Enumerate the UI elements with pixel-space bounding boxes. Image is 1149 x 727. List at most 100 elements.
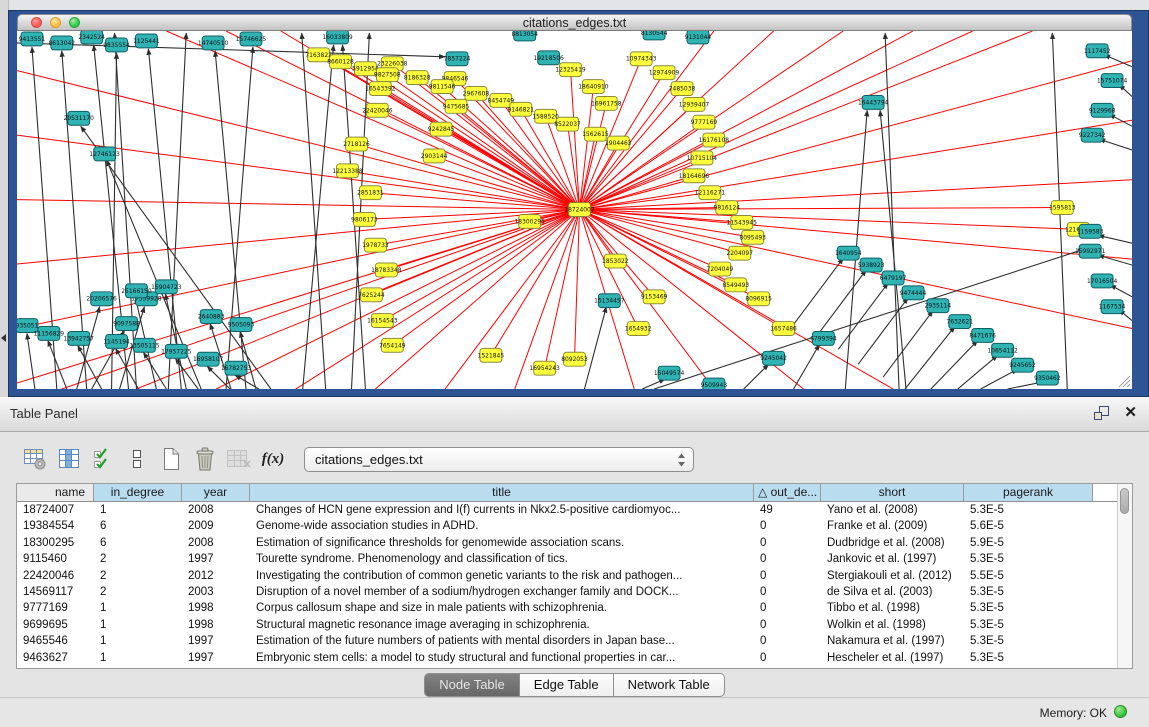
table-row[interactable]: 911546021997Tourette syndrome. Phenomeno… <box>17 551 1132 567</box>
network-node[interactable]: 1145194 <box>103 334 130 348</box>
network-node[interactable]: 16782753 <box>221 361 252 375</box>
network-node[interactable]: 12325419 <box>555 63 586 77</box>
scrollbar-thumb[interactable] <box>1120 488 1129 514</box>
network-node[interactable]: 16154543 <box>367 314 398 328</box>
function-builder-button[interactable]: f(x) <box>258 444 288 474</box>
column-header-pagerank[interactable]: pagerank <box>964 484 1093 501</box>
table-select-dropdown[interactable]: citations_edges.txt <box>304 447 694 472</box>
network-node[interactable]: 16176108 <box>699 133 730 147</box>
network-node[interactable]: 8095493 <box>739 230 766 244</box>
select-all-button[interactable] <box>88 444 118 474</box>
network-node[interactable]: 9509943 <box>701 378 728 389</box>
network-node[interactable]: 8130544 <box>641 31 668 40</box>
network-node[interactable]: 9131044 <box>685 31 712 44</box>
network-node[interactable]: 9777169 <box>691 115 718 129</box>
table-row[interactable]: 946554611997Estimation of the future num… <box>17 633 1132 649</box>
show-columns-button[interactable] <box>54 444 84 474</box>
network-node[interactable]: 12939407 <box>679 97 710 111</box>
new-table-button[interactable] <box>156 444 186 474</box>
network-node[interactable]: 1117452 <box>1084 44 1111 58</box>
network-node[interactable]: 1654932 <box>625 322 652 336</box>
network-node[interactable]: 16954243 <box>529 361 560 375</box>
network-node[interactable]: 20531170 <box>64 111 95 125</box>
table-row[interactable]: 1830029562008Estimation of significance … <box>17 535 1132 551</box>
network-node[interactable]: 9097588 <box>113 317 140 331</box>
network-node[interactable]: 18300295 <box>515 214 546 228</box>
column-header-year[interactable]: year <box>182 484 250 501</box>
network-node[interactable]: 2935114 <box>925 299 952 313</box>
network-node[interactable]: 7204049 <box>707 262 734 276</box>
network-node[interactable]: 18164696 <box>679 169 710 183</box>
table-options-button[interactable] <box>20 444 50 474</box>
network-node[interactable]: 8660128 <box>327 55 354 69</box>
network-node[interactable]: 10654112 <box>987 343 1018 357</box>
network-node[interactable]: 9505093 <box>228 318 255 332</box>
column-header-in_degree[interactable]: in_degree <box>94 484 182 501</box>
network-node[interactable]: 18724007 <box>564 203 595 217</box>
network-node[interactable]: 1657486 <box>770 322 797 336</box>
network-node[interactable]: 2718126 <box>343 137 370 151</box>
table-row[interactable]: 946362711997Embryonic stem cells: a mode… <box>17 650 1132 666</box>
network-node[interactable]: 9475685 <box>443 99 470 113</box>
network-node[interactable]: 9146821 <box>507 102 534 116</box>
network-node[interactable]: 2903144 <box>421 149 448 163</box>
network-node[interactable]: 16543392 <box>365 82 396 96</box>
network-node[interactable]: 8522037 <box>554 117 581 131</box>
delete-table-button[interactable] <box>190 444 220 474</box>
column-header-name[interactable]: name <box>17 484 94 501</box>
network-node[interactable]: 12974909 <box>649 66 680 80</box>
close-panel-icon[interactable]: ✕ <box>1124 404 1137 422</box>
network-node[interactable]: 1521845 <box>478 348 505 362</box>
network-node[interactable]: 25166150 <box>121 284 152 298</box>
column-header-title[interactable]: title <box>250 484 754 501</box>
row-mode-button[interactable] <box>122 444 152 474</box>
network-node[interactable]: 1853022 <box>602 254 629 268</box>
network-node[interactable]: 6799394 <box>810 331 837 345</box>
table-row[interactable]: 969969511998Structural magnetic resonanc… <box>17 617 1132 633</box>
network-node[interactable]: 16033809 <box>322 31 353 44</box>
network-node[interactable]: 1125441 <box>133 34 160 48</box>
network-node[interactable]: 8813054 <box>511 31 538 41</box>
column-header-short[interactable]: short <box>821 484 964 501</box>
network-node[interactable]: 2342524 <box>78 31 105 44</box>
tab-edge-table[interactable]: Edge Table <box>520 673 614 697</box>
network-node[interactable]: 2851831 <box>357 186 384 200</box>
table-row[interactable]: 1872400712008Changes of HCN gene express… <box>17 502 1132 518</box>
network-node[interactable]: 7654149 <box>379 338 406 352</box>
network-node[interactable]: 12213388 <box>332 164 363 178</box>
network-node[interactable]: 8549493 <box>722 278 749 292</box>
network-node[interactable]: 18783348 <box>371 263 402 277</box>
network-node[interactable]: 8096915 <box>745 292 772 306</box>
network-node[interactable]: 9245042 <box>760 351 787 365</box>
memory-indicator-icon[interactable] <box>1114 705 1127 718</box>
network-canvas[interactable]: 1872400718300295716382286601285912954232… <box>17 31 1132 389</box>
network-node[interactable]: 2640883 <box>198 310 225 324</box>
network-node[interactable]: 8613042 <box>49 36 76 50</box>
network-node[interactable]: 17957225 <box>161 344 192 358</box>
network-node[interactable]: 9835554 <box>103 38 130 52</box>
network-node[interactable]: 9242845 <box>428 122 455 136</box>
network-node[interactable]: 16443794 <box>858 95 889 109</box>
network-node[interactable]: 9245652 <box>1009 358 1036 372</box>
network-node[interactable]: 7857224 <box>444 52 471 66</box>
network-node[interactable]: 11543945 <box>727 215 758 229</box>
network-node[interactable]: 13942757 <box>64 331 95 345</box>
network-node[interactable]: 9413551 <box>19 32 46 46</box>
network-node[interactable]: 9827508 <box>374 68 401 82</box>
network-node[interactable]: 19218506 <box>533 51 564 65</box>
network-node[interactable]: 16961758 <box>591 96 622 110</box>
tab-node-table[interactable]: Node Table <box>424 673 520 697</box>
table-row[interactable]: 977716911998Corpus callosum shape and si… <box>17 600 1132 616</box>
network-node[interactable]: 13505115 <box>129 338 160 352</box>
network-node[interactable]: 1640954 <box>835 246 862 260</box>
network-node[interactable]: 15134457 <box>594 294 625 308</box>
network-node[interactable]: 9816124 <box>714 201 741 215</box>
network-node[interactable]: 9153469 <box>641 290 668 304</box>
network-node[interactable]: 15751074 <box>1097 74 1128 88</box>
network-node[interactable]: 9811546 <box>429 80 456 94</box>
network-node[interactable]: 16958107 <box>193 352 224 366</box>
network-node[interactable]: 8092053 <box>561 352 588 366</box>
network-node[interactable]: 9806173 <box>351 212 378 226</box>
float-panel-icon[interactable] <box>1093 405 1110 421</box>
network-node[interactable]: 9474444 <box>900 286 927 300</box>
